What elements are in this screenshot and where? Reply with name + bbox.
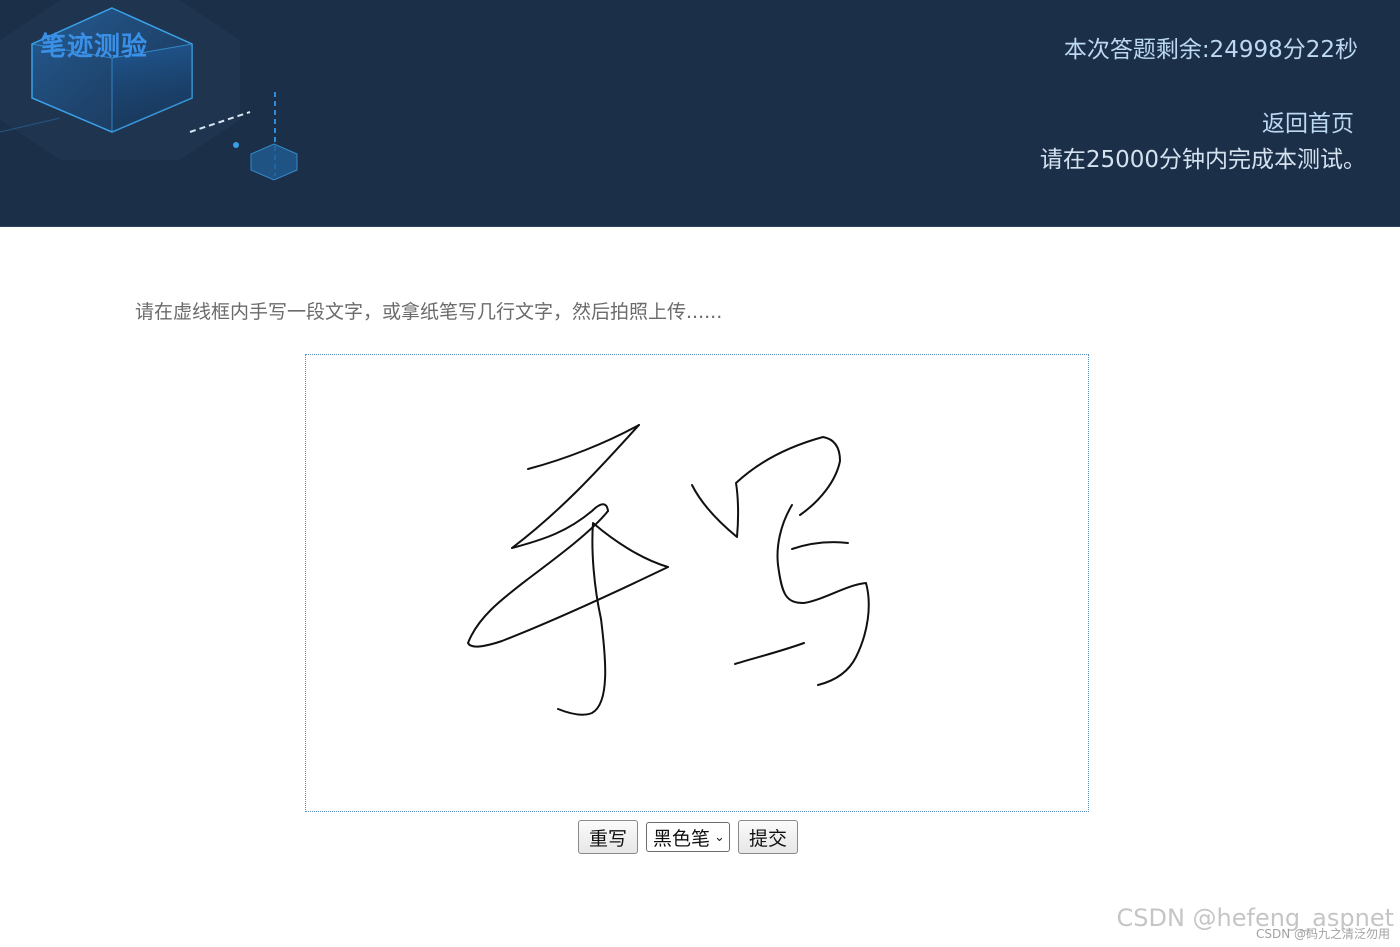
- page: 笔迹测验 本次答题剩余:24998分22秒 返回首页 请在25000分钟内完成本…: [0, 0, 1400, 947]
- ink-stroke: [776, 504, 870, 686]
- rewrite-button[interactable]: 重写: [578, 820, 639, 854]
- app-title: 笔迹测验: [40, 32, 149, 62]
- ink-stroke: [527, 424, 640, 470]
- time-limit-notice: 请在25000分钟内完成本测试。: [1039, 147, 1366, 173]
- chevron-down-icon: ⌄: [714, 829, 725, 845]
- canvas-controls: 重写 黑色笔 ⌄ 提交: [578, 820, 798, 854]
- countdown-timer: 本次答题剩余:24998分22秒: [1063, 37, 1358, 63]
- instruction-text: 请在虚线框内手写一段文字，或拿纸笔写几行文字，然后拍照上传......: [135, 301, 723, 323]
- ink-stroke: [511, 424, 640, 549]
- header-banner: 笔迹测验 本次答题剩余:24998分22秒 返回首页 请在25000分钟内完成本…: [0, 0, 1400, 227]
- watermark-small: CSDN @码九之清泛勿用: [1255, 927, 1390, 941]
- handwriting-strokes: [467, 424, 870, 716]
- handwriting-canvas[interactable]: [305, 354, 1089, 812]
- submit-button[interactable]: 提交: [737, 820, 798, 854]
- ink-stroke: [691, 436, 841, 538]
- ink-stroke: [734, 642, 805, 665]
- home-link[interactable]: 返回首页: [1262, 104, 1354, 138]
- ink-stroke: [791, 541, 849, 550]
- pen-color-select[interactable]: 黑色笔 ⌄: [646, 822, 730, 852]
- ink-stroke: [467, 510, 669, 648]
- ink-stroke: [557, 522, 669, 716]
- pen-color-value: 黑色笔: [653, 827, 711, 850]
